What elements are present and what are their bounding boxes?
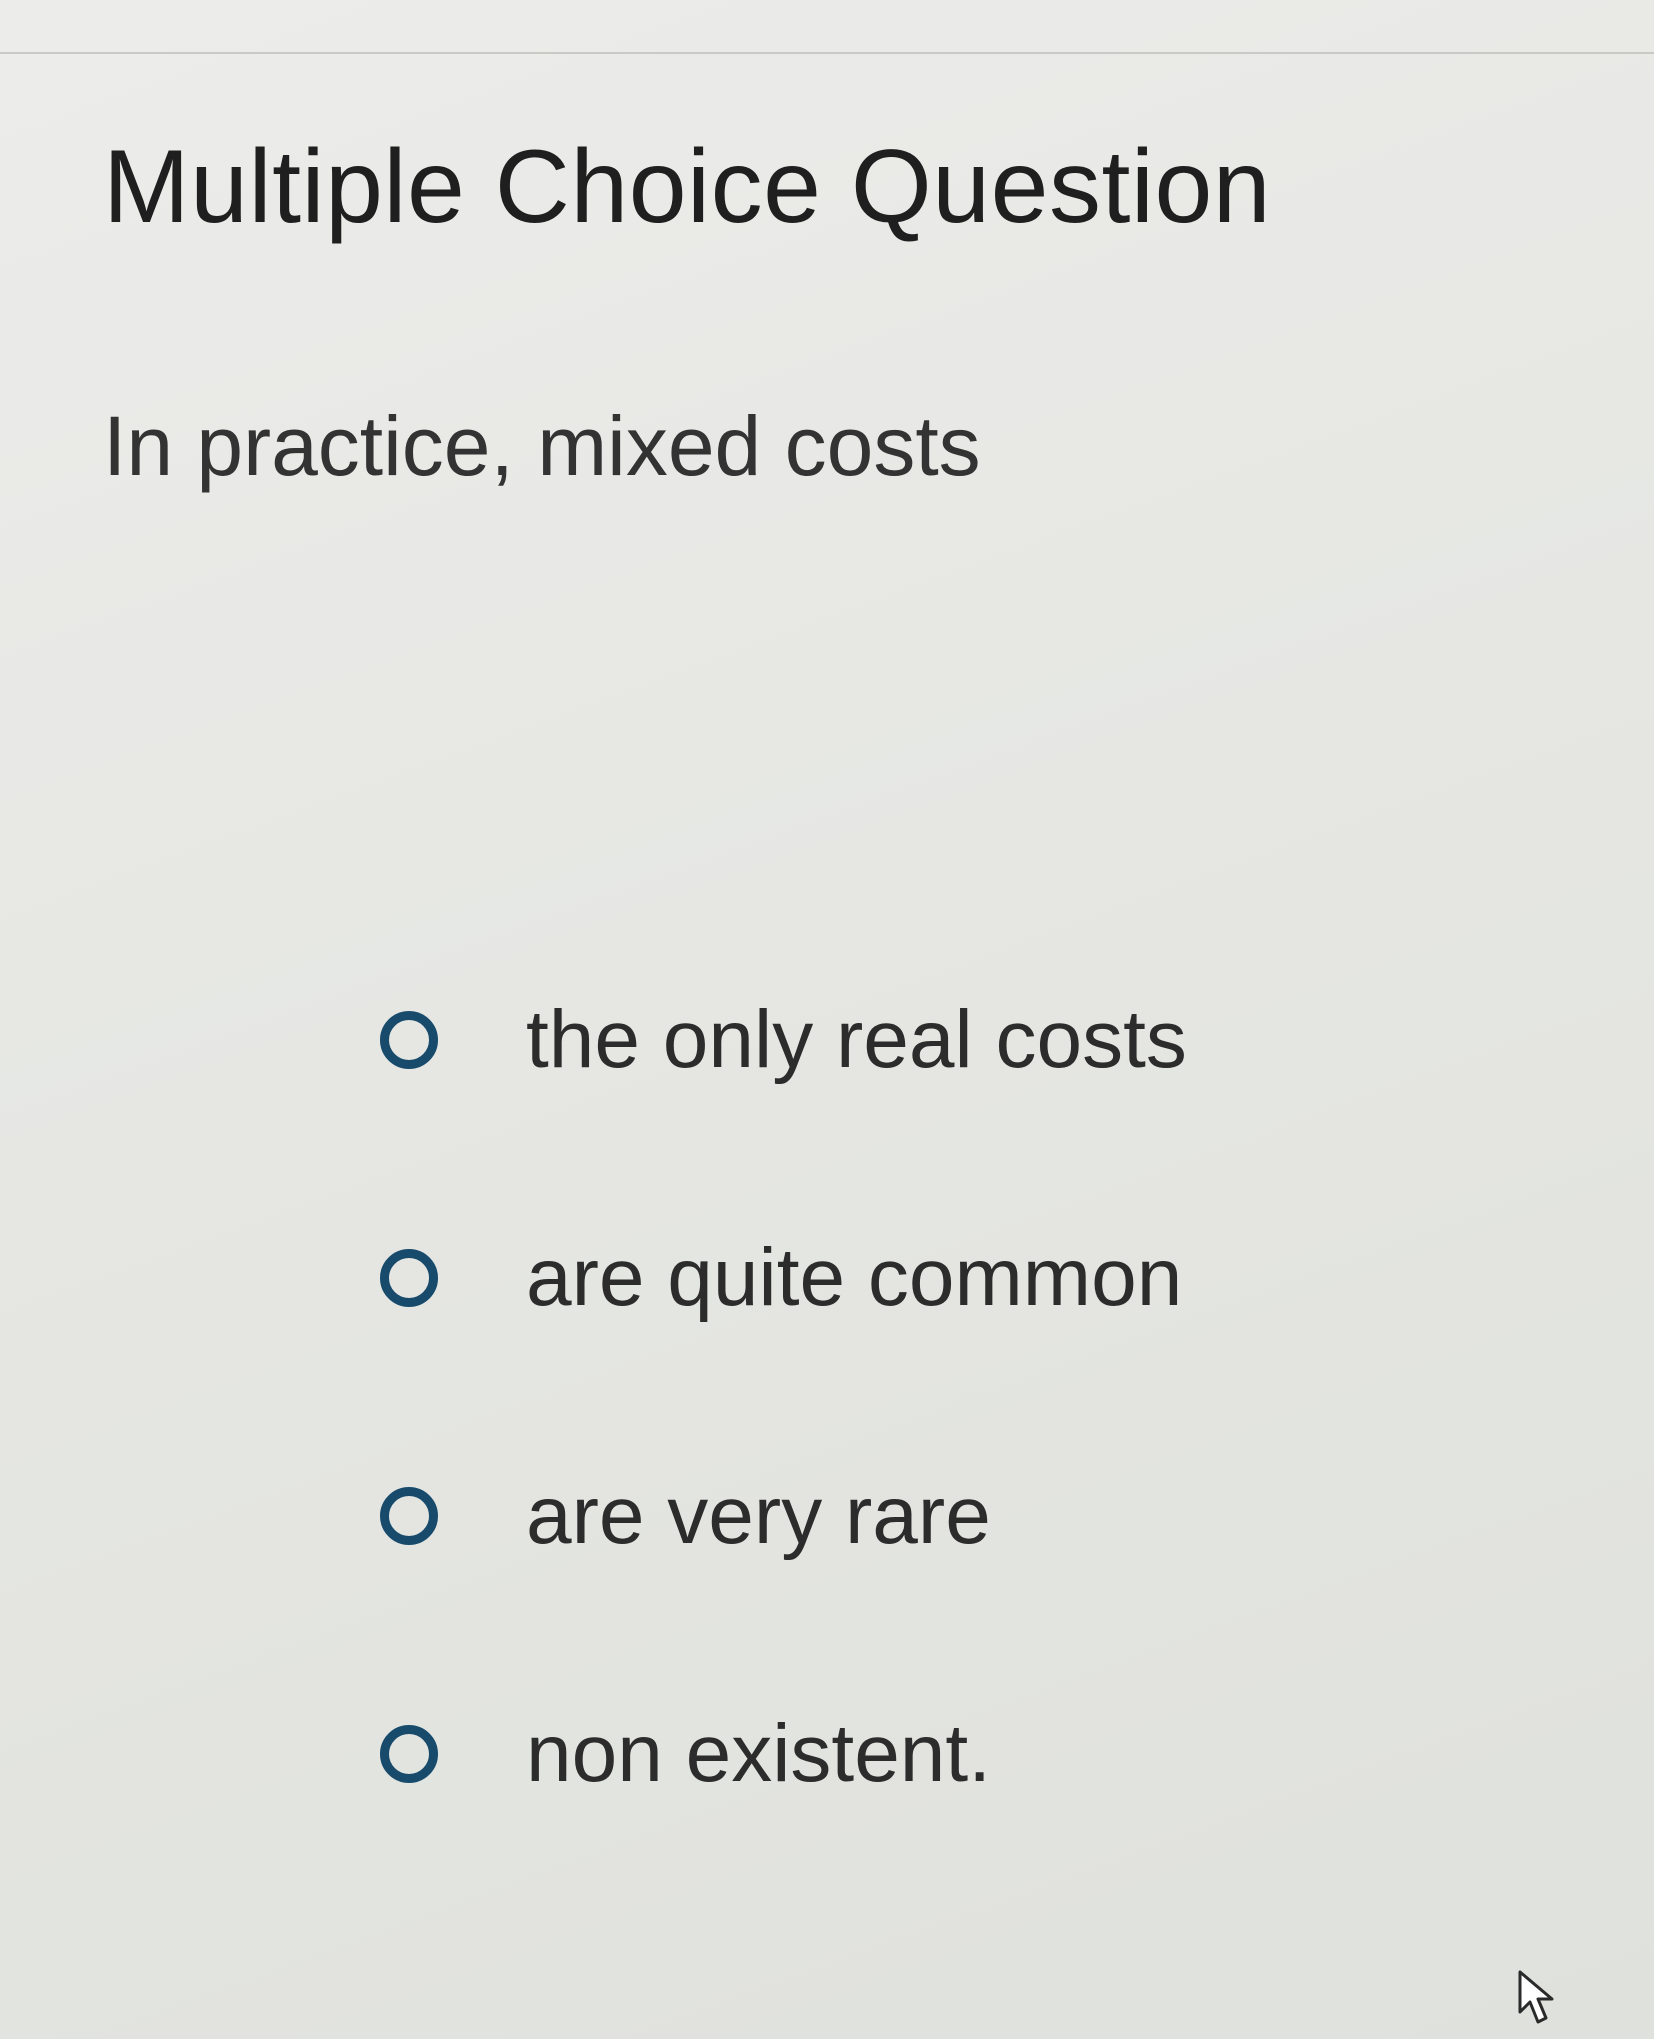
choice-option-3[interactable]: are very rare — [380, 1456, 1187, 1576]
choice-label: non existent. — [526, 1707, 991, 1799]
choice-label: the only real costs — [526, 993, 1187, 1085]
question-prompt: In practice, mixed costs — [103, 399, 981, 493]
radio-button-icon[interactable] — [380, 1725, 438, 1783]
choice-option-2[interactable]: are quite common — [380, 1218, 1187, 1338]
choice-option-1[interactable]: the only real costs — [380, 980, 1187, 1100]
answer-choices: the only real costs are quite common are… — [380, 980, 1187, 1932]
mouse-pointer-icon — [1518, 1970, 1554, 2024]
page-title: Multiple Choice Question — [103, 129, 1272, 245]
radio-button-icon[interactable] — [380, 1487, 438, 1545]
choice-option-4[interactable]: non existent. — [380, 1694, 1187, 1814]
choice-label: are quite common — [526, 1231, 1183, 1323]
radio-button-icon[interactable] — [380, 1249, 438, 1307]
top-divider — [0, 52, 1654, 54]
choice-label: are very rare — [526, 1469, 991, 1561]
radio-button-icon[interactable] — [380, 1011, 438, 1069]
